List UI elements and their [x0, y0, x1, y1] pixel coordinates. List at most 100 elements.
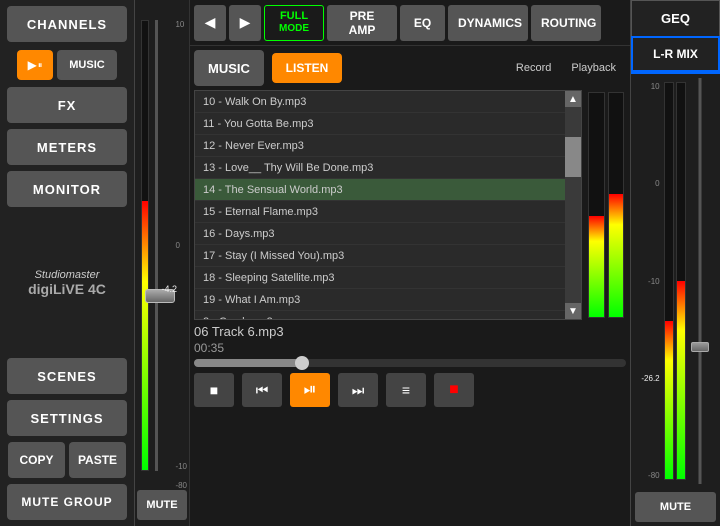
copy-paste-row: COPY PASTE: [8, 442, 126, 478]
lr-mix-button[interactable]: L-R MIX: [631, 36, 720, 72]
arrow-left-icon: ◀: [205, 14, 216, 31]
logo-area: Studiomaster digiLiVE 4C: [28, 210, 106, 355]
mute-group-button[interactable]: MUTE GROUP: [7, 484, 127, 520]
scroll-track: [565, 107, 581, 303]
playlist-item[interactable]: 19 - What I Am.mp3: [195, 289, 565, 311]
playlist-item[interactable]: 11 - You Gotta Be.mp3: [195, 113, 565, 135]
left-vu-meter: [141, 20, 149, 471]
left-fader-track: [155, 20, 158, 471]
record-button[interactable]: ■: [434, 373, 474, 407]
logo-line2: digiLiVE 4C: [28, 281, 106, 297]
monitor-button[interactable]: MONITOR: [7, 171, 127, 207]
fader-scale: 10 0 -10: [175, 20, 187, 471]
fader-db-bottom: -80: [175, 481, 187, 490]
right-scale-minus80: -80: [648, 471, 660, 480]
scroll-down-arrow[interactable]: ▼: [565, 303, 581, 319]
scenes-button[interactable]: SCENES: [7, 358, 127, 394]
vu-left-1: [588, 92, 605, 318]
listen-button[interactable]: LISTEN: [272, 53, 342, 83]
mode-label: MODE: [265, 23, 323, 35]
record-icon: ■: [449, 381, 459, 399]
right-vu-ch2: [676, 82, 686, 480]
next-icon: ⏭: [352, 382, 365, 399]
left-vu-fill: [142, 201, 148, 470]
copy-button[interactable]: COPY: [8, 442, 65, 478]
right-fader-knob[interactable]: [691, 342, 709, 352]
playlist-item[interactable]: 10 - Walk On By.mp3: [195, 91, 565, 113]
progress-bar[interactable]: [194, 359, 626, 367]
right-vu-fill-1: [665, 321, 673, 479]
scale-0: 0: [175, 241, 187, 250]
right-vu-ch1: [664, 82, 674, 480]
scroll-up-arrow[interactable]: ▲: [565, 91, 581, 107]
right-fader-area: 10 0 -10 -26.2 -80: [631, 74, 720, 488]
player-controls: ■ ⏮ ⏯ ⏭ ≡ ■: [194, 373, 626, 407]
playlist-item[interactable]: 14 - The Sensual World.mp3: [195, 179, 565, 201]
play-pause-control-button[interactable]: ⏯: [290, 373, 330, 407]
right-fader-track: [690, 78, 710, 484]
playlist-item[interactable]: 13 - Love__ Thy Will Be Done.mp3: [195, 157, 565, 179]
player-bottom: 06 Track 6.mp3 00:35 ■ ⏮ ⏯ ⏭ ≡: [194, 324, 626, 407]
right-vu-pair: [664, 78, 686, 484]
playlist-item[interactable]: 17 - Stay (I Missed You).mp3: [195, 245, 565, 267]
meters-button[interactable]: METERS: [7, 129, 127, 165]
vu-fill-2: [609, 194, 624, 317]
right-vu-fill-2: [677, 281, 685, 479]
right-top-buttons: GEQ L-R MIX: [631, 0, 720, 74]
left-fader-channel: 10 0 -10 -4.2 -80 MUTE: [135, 0, 190, 526]
track-name: 06 Track 6.mp3: [194, 324, 626, 339]
geq-button[interactable]: GEQ: [631, 0, 720, 36]
eq-button[interactable]: EQ: [400, 5, 445, 41]
vu-fill-1: [589, 216, 604, 317]
playlist-items: 10 - Walk On By.mp311 - You Gotta Be.mp3…: [195, 91, 565, 319]
stop-icon: ■: [210, 382, 218, 398]
fx-button[interactable]: FX: [7, 87, 127, 123]
stop-button[interactable]: ■: [194, 373, 234, 407]
left-sidebar: CHANNELS ▶⏸ MUSIC FX METERS MONITOR Stud…: [0, 0, 135, 526]
scale-minus10: -10: [175, 462, 187, 471]
music-player: MUSIC LISTEN Record Playback 10 - Walk O…: [190, 46, 630, 526]
record-playback-labels: Record Playback: [516, 62, 616, 74]
record-label: Record: [516, 62, 551, 74]
pre-amp-button[interactable]: PRE AMP: [327, 5, 397, 41]
right-vu-meters: [586, 90, 626, 320]
channels-button[interactable]: CHANNELS: [7, 6, 127, 42]
progress-thumb[interactable]: [295, 356, 309, 370]
music-mode-button[interactable]: MUSIC: [194, 50, 264, 86]
nav-arrow-left[interactable]: ◀: [194, 5, 226, 41]
fader-db-label: -4.2: [161, 284, 177, 294]
prev-button[interactable]: ⏮: [242, 373, 282, 407]
nav-arrow-right[interactable]: ▶: [229, 5, 261, 41]
playlist-container: 10 - Walk On By.mp311 - You Gotta Be.mp3…: [194, 90, 582, 320]
dynamics-button[interactable]: DYNAMICS: [448, 5, 528, 41]
progress-fill: [194, 359, 302, 367]
play-pause-button[interactable]: ▶⏸: [17, 50, 53, 80]
scale-10: 10: [175, 20, 187, 29]
vu-pair-left: [588, 92, 624, 318]
left-mute-button[interactable]: MUTE: [137, 490, 187, 520]
routing-button[interactable]: ROUTING: [531, 5, 601, 41]
transport-row: ▶⏸ MUSIC: [17, 50, 117, 80]
track-time: 00:35: [194, 341, 626, 355]
right-fader-scale: 10 0 -10 -26.2 -80: [641, 78, 659, 484]
playlist-item[interactable]: 12 - Never Ever.mp3: [195, 135, 565, 157]
right-scale-db: -26.2: [641, 374, 659, 383]
full-mode-button[interactable]: FULL MODE: [264, 5, 324, 41]
playlist-item[interactable]: 18 - Sleeping Satellite.mp3: [195, 267, 565, 289]
next-button[interactable]: ⏭: [338, 373, 378, 407]
music-sidebar-button[interactable]: MUSIC: [57, 50, 117, 80]
playlist-scrollbar[interactable]: ▲ ▼: [565, 91, 581, 319]
playlist-item[interactable]: 16 - Days.mp3: [195, 223, 565, 245]
playlist-item[interactable]: 15 - Eternal Flame.mp3: [195, 201, 565, 223]
playlist-item[interactable]: 2 - Crush.mp3: [195, 311, 565, 319]
scroll-thumb[interactable]: [565, 137, 581, 177]
right-fader-line: [698, 78, 701, 484]
menu-button[interactable]: ≡: [386, 373, 426, 407]
right-panel: GEQ L-R MIX 10 0 -10 -26.2 -80 MUTE: [630, 0, 720, 526]
vu-left-2: [608, 92, 625, 318]
prev-icon: ⏮: [256, 382, 269, 399]
menu-icon: ≡: [402, 382, 410, 398]
settings-button[interactable]: SETTINGS: [7, 400, 127, 436]
right-mute-button[interactable]: MUTE: [635, 492, 716, 522]
paste-button[interactable]: PASTE: [69, 442, 126, 478]
